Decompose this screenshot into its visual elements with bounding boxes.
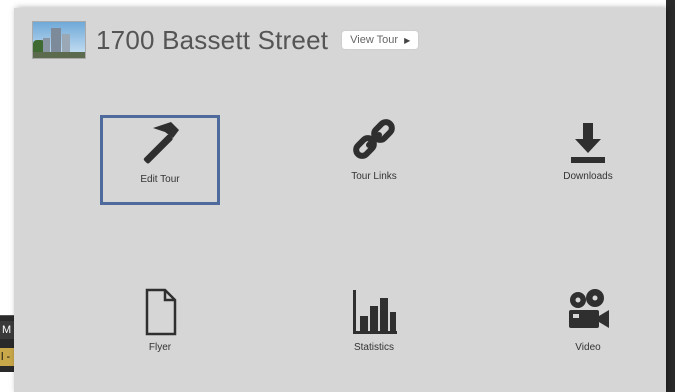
link-icon <box>344 115 404 165</box>
tour-links-tile[interactable]: Tour Links <box>314 115 434 205</box>
background-window-line1: M <box>0 321 14 339</box>
downloads-label: Downloads <box>563 171 613 182</box>
background-window[interactable]: M l - <box>0 315 14 372</box>
statistics-tile[interactable]: Statistics <box>314 286 434 376</box>
hammer-icon <box>130 118 190 168</box>
flyer-label: Flyer <box>148 342 172 353</box>
video-tile[interactable]: Video <box>528 286 648 376</box>
flyer-tile[interactable]: Flyer <box>100 286 220 376</box>
download-icon <box>558 115 618 165</box>
page-title: 1700 Bassett Street <box>96 24 329 55</box>
view-tour-button[interactable]: View Tour ▶ <box>342 31 419 49</box>
play-arrow-icon: ▶ <box>404 35 411 45</box>
edit-tour-label: Edit Tour <box>140 174 180 185</box>
edit-tour-tile[interactable]: Edit Tour <box>100 115 220 205</box>
background-window-line2: l - <box>0 348 14 366</box>
video-label: Video <box>575 342 601 353</box>
tour-links-label: Tour Links <box>351 171 397 182</box>
background-right-edge <box>666 0 675 392</box>
bar-chart-icon <box>344 286 404 336</box>
building-thumbnail <box>32 21 86 59</box>
tour-panel: 1700 Bassett Street View Tour ▶ Edit Tou… <box>14 8 666 392</box>
view-tour-label: View Tour <box>350 34 399 46</box>
tour-header: 1700 Bassett Street View Tour ▶ <box>32 20 419 60</box>
downloads-tile[interactable]: Downloads <box>528 115 648 205</box>
video-camera-icon <box>558 286 618 336</box>
file-icon <box>130 286 190 336</box>
statistics-label: Statistics <box>353 342 394 353</box>
